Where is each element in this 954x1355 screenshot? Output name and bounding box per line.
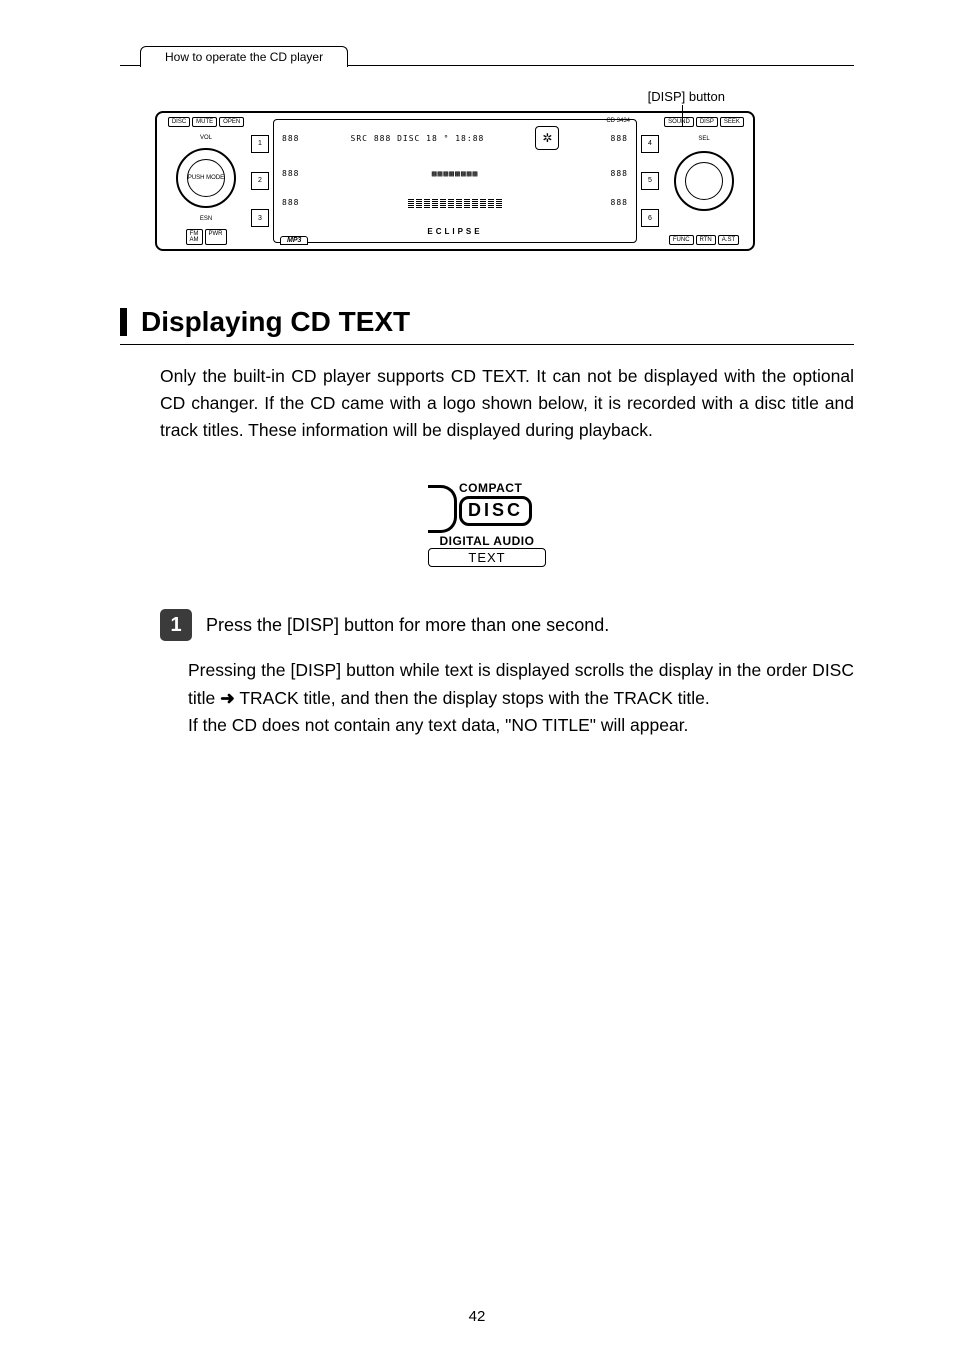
- step-body: Pressing the [DISP] button while text is…: [188, 657, 854, 738]
- seg-l0: 888: [282, 134, 299, 143]
- rtn-button: RTN: [696, 235, 716, 245]
- section-title-row: Displaying CD TEXT: [120, 306, 854, 345]
- step-heading: Press the [DISP] button for more than on…: [206, 615, 609, 636]
- section-title: Displaying CD TEXT: [141, 306, 410, 338]
- mp3-badge: MP3: [280, 236, 308, 245]
- func-button: FUNC: [669, 235, 694, 245]
- preset-3: 3: [251, 209, 269, 227]
- step-body-2: TRACK title, and then the display stops …: [235, 688, 710, 708]
- seg-l1: 888: [282, 169, 299, 178]
- lcd-display: CD 3434 888 SRC 888 DISC 18 ° 18:88 ✲ 88…: [273, 119, 637, 243]
- sound-button: SOUND: [664, 117, 694, 127]
- sun-icon: ✲: [535, 126, 559, 150]
- stereo-diagram: DISC MUTE OPEN VOL PUSH MODE ESN FM AM P…: [155, 111, 755, 251]
- preset-5: 5: [641, 172, 659, 190]
- pwr-button: PWR: [205, 229, 227, 245]
- preset-2: 2: [251, 172, 269, 190]
- text-label: TEXT: [428, 548, 546, 567]
- seg-r0: 888: [611, 134, 628, 143]
- cd-text-logo: COMPACT DISC DIGITAL AUDIO TEXT: [120, 482, 854, 567]
- compact-label: COMPACT: [459, 482, 532, 494]
- page-number: 42: [0, 1308, 954, 1325]
- arrow-icon: ➜: [220, 688, 235, 708]
- left-knob: PUSH MODE: [176, 148, 236, 208]
- header-rule: How to operate the CD player: [120, 65, 854, 66]
- preset-4: 4: [641, 135, 659, 153]
- seg-top: SRC 888 DISC 18 ° 18:88: [351, 134, 485, 143]
- seek-button: SEEK: [720, 117, 744, 127]
- seg-l2: 888: [282, 198, 299, 207]
- intro-paragraph: Only the built-in CD player supports CD …: [160, 363, 854, 444]
- mute-button: MUTE: [192, 117, 217, 127]
- sel-label: SEL: [698, 136, 709, 142]
- stereo-figure: [DISP] button DISC MUTE OPEN VOL PUSH MO…: [155, 111, 755, 251]
- disp-button: DISP: [696, 117, 718, 127]
- step-body-3: If the CD does not contain any text data…: [188, 715, 688, 735]
- callout-line: [682, 105, 683, 127]
- preset-6: 6: [641, 209, 659, 227]
- breadcrumb: How to operate the CD player: [140, 46, 348, 67]
- fm-am-button: FM AM: [186, 229, 203, 245]
- title-bar-icon: [120, 308, 127, 336]
- model-label: CD 3434: [606, 118, 630, 124]
- cd-d-icon: [428, 485, 457, 533]
- callout-label: [DISP] button: [648, 89, 725, 104]
- digital-audio-label: DIGITAL AUDIO: [428, 534, 546, 548]
- ast-button: A.ST: [718, 235, 739, 245]
- open-button: OPEN: [219, 117, 244, 127]
- disc-label: DISC: [459, 496, 532, 525]
- seg-r1: 888: [611, 169, 628, 178]
- disc-button: DISC: [168, 117, 190, 127]
- esn-label: ESN: [200, 216, 212, 222]
- step-row: 1 Press the [DISP] button for more than …: [160, 609, 854, 641]
- seg-matrix: ▩▩▩▩▩▩▩▩: [432, 169, 479, 178]
- step-number-badge: 1: [160, 609, 192, 641]
- preset-1: 1: [251, 135, 269, 153]
- right-knob: [674, 151, 734, 211]
- seg-r2: 888: [611, 198, 628, 207]
- vol-label: VOL: [200, 135, 212, 141]
- spectrum-bars: [408, 198, 502, 208]
- brand-label: ECLIPSE: [282, 227, 628, 236]
